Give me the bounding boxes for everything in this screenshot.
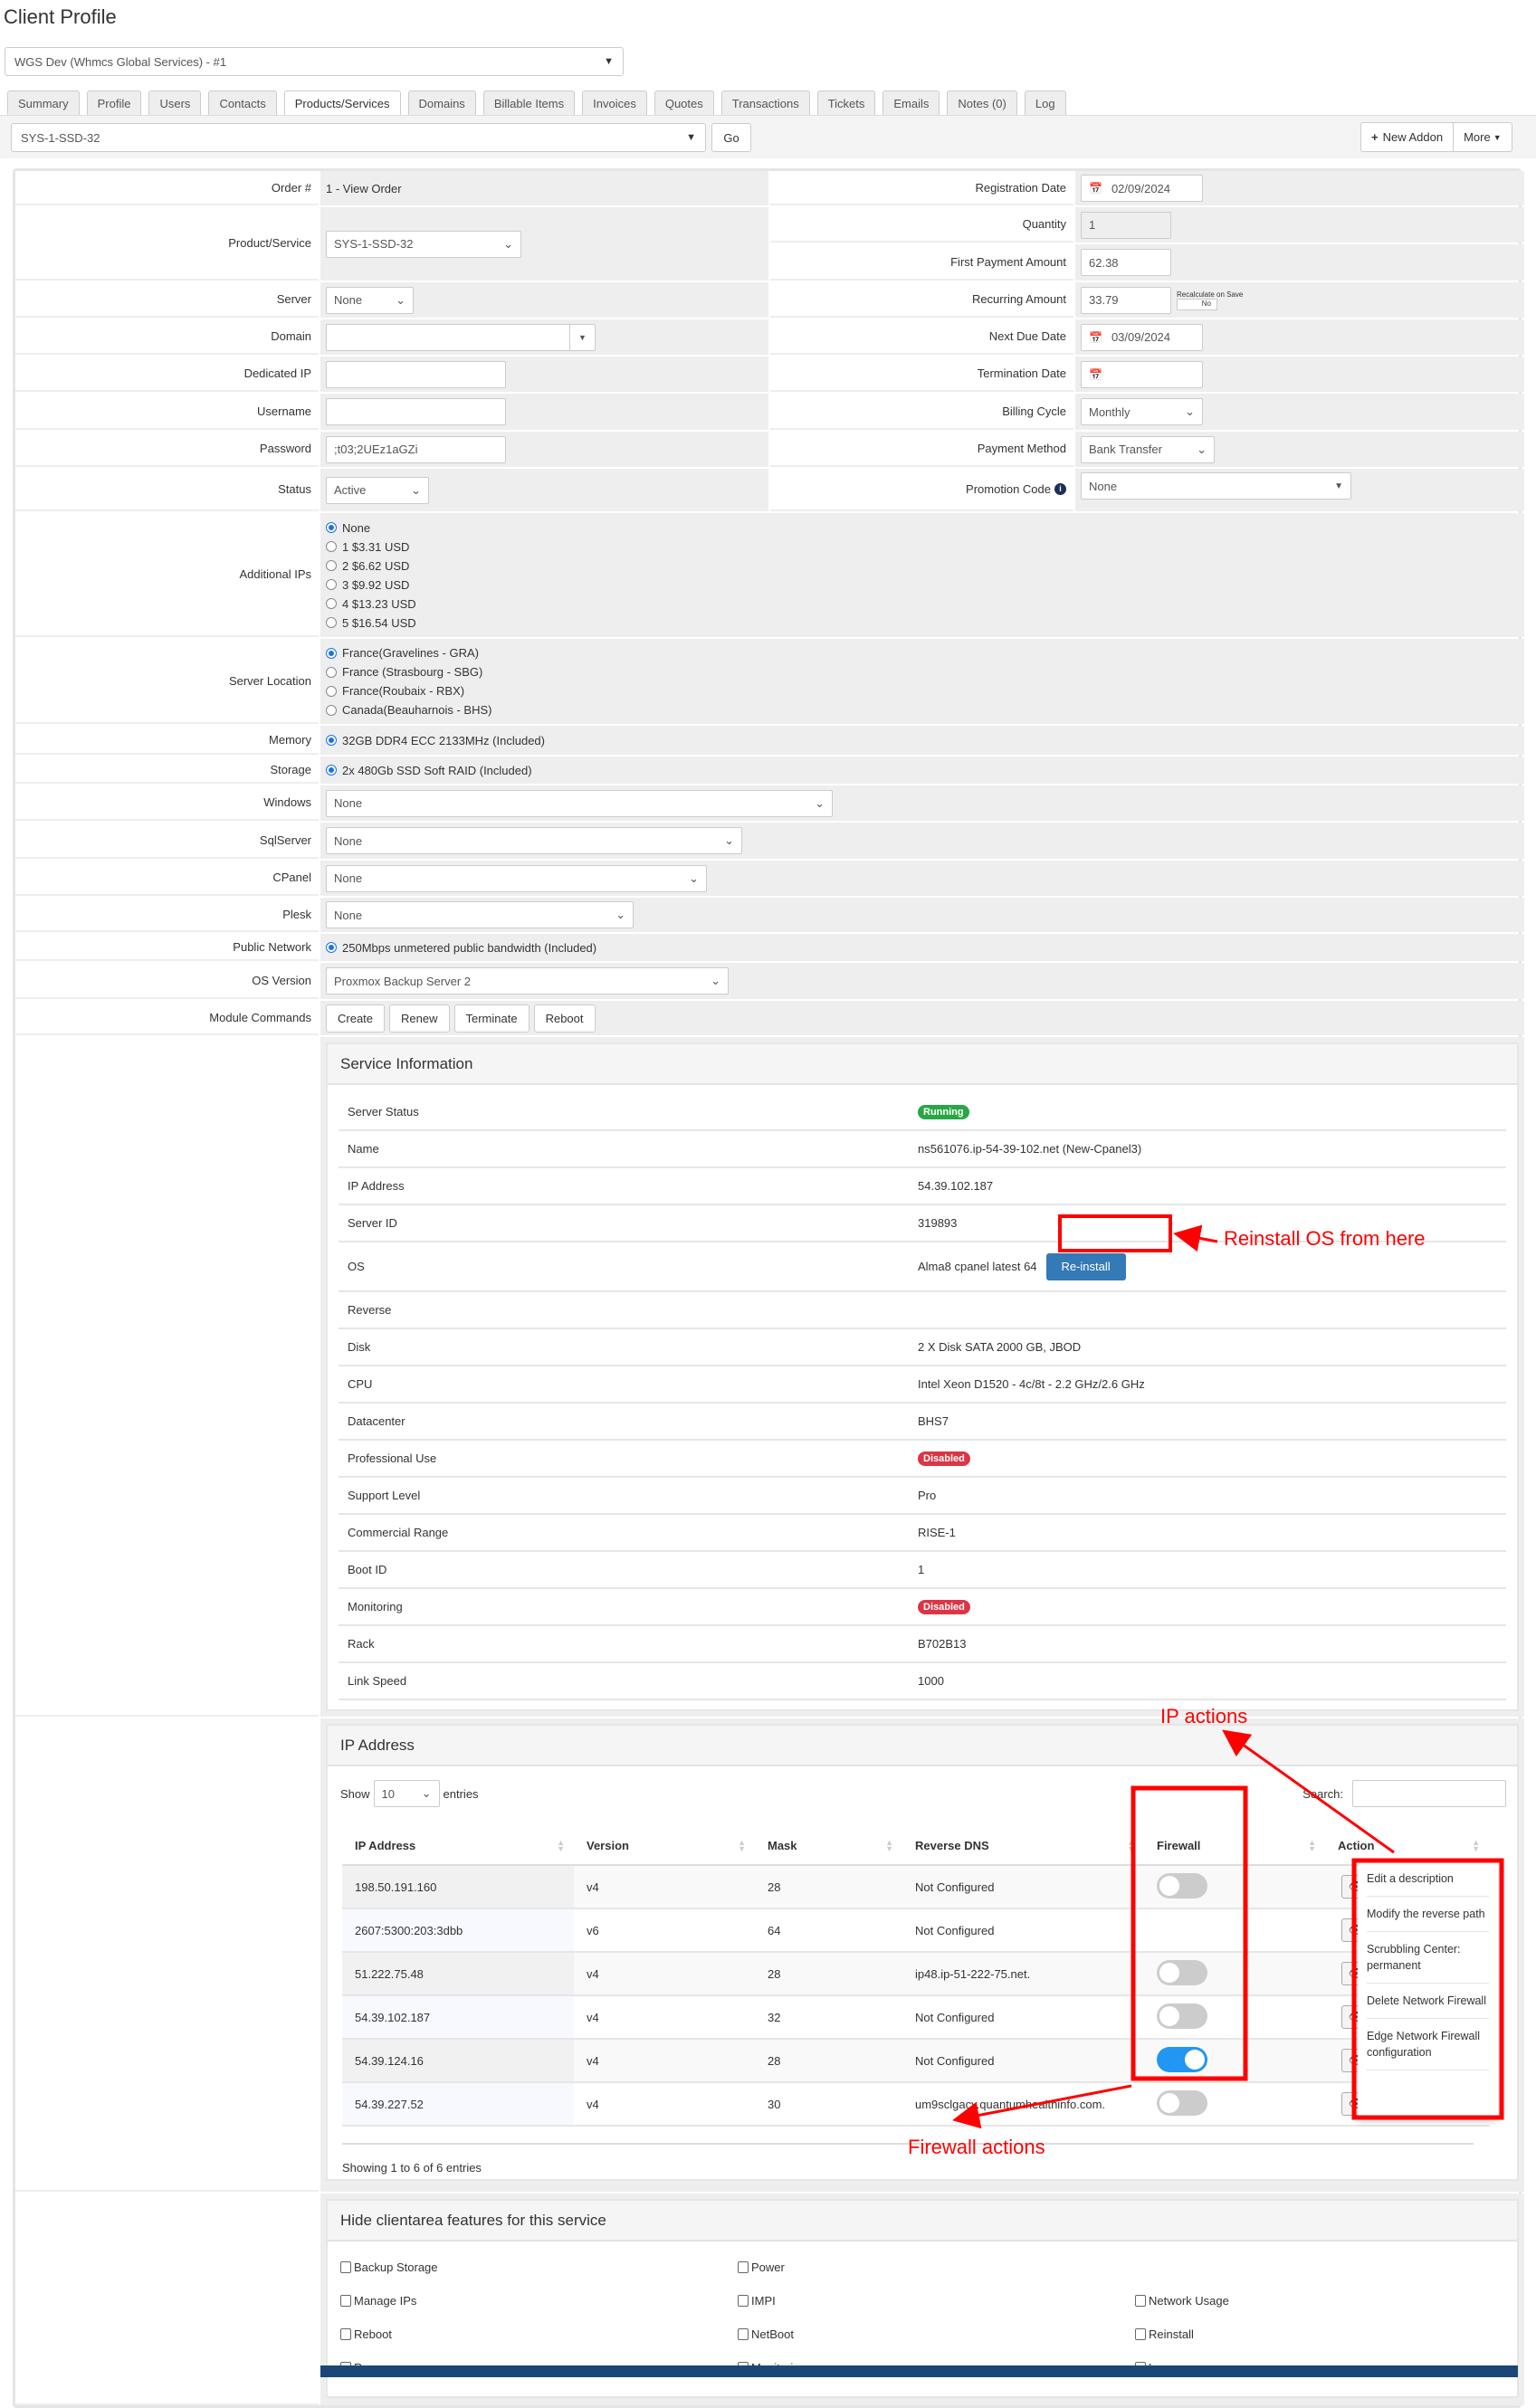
firewall-actions-annotation: Firewall actions bbox=[908, 2136, 1045, 2158]
firewall-actions-arrow bbox=[952, 2084, 1132, 2129]
annotation-overlay bbox=[952, 1214, 1504, 2129]
reinstall-annotation: Reinstall OS from here bbox=[1224, 1227, 1426, 1250]
ip-actions-arrow bbox=[1222, 1729, 1395, 1854]
ip-actions-annotation: IP actions bbox=[1160, 1705, 1248, 1727]
menu-highlight-box bbox=[1351, 1858, 1504, 2120]
firewall-highlight-box bbox=[1131, 1785, 1248, 2081]
reinstall-highlight-box bbox=[1058, 1214, 1172, 1252]
reinstall-arrow bbox=[1173, 1224, 1218, 1252]
